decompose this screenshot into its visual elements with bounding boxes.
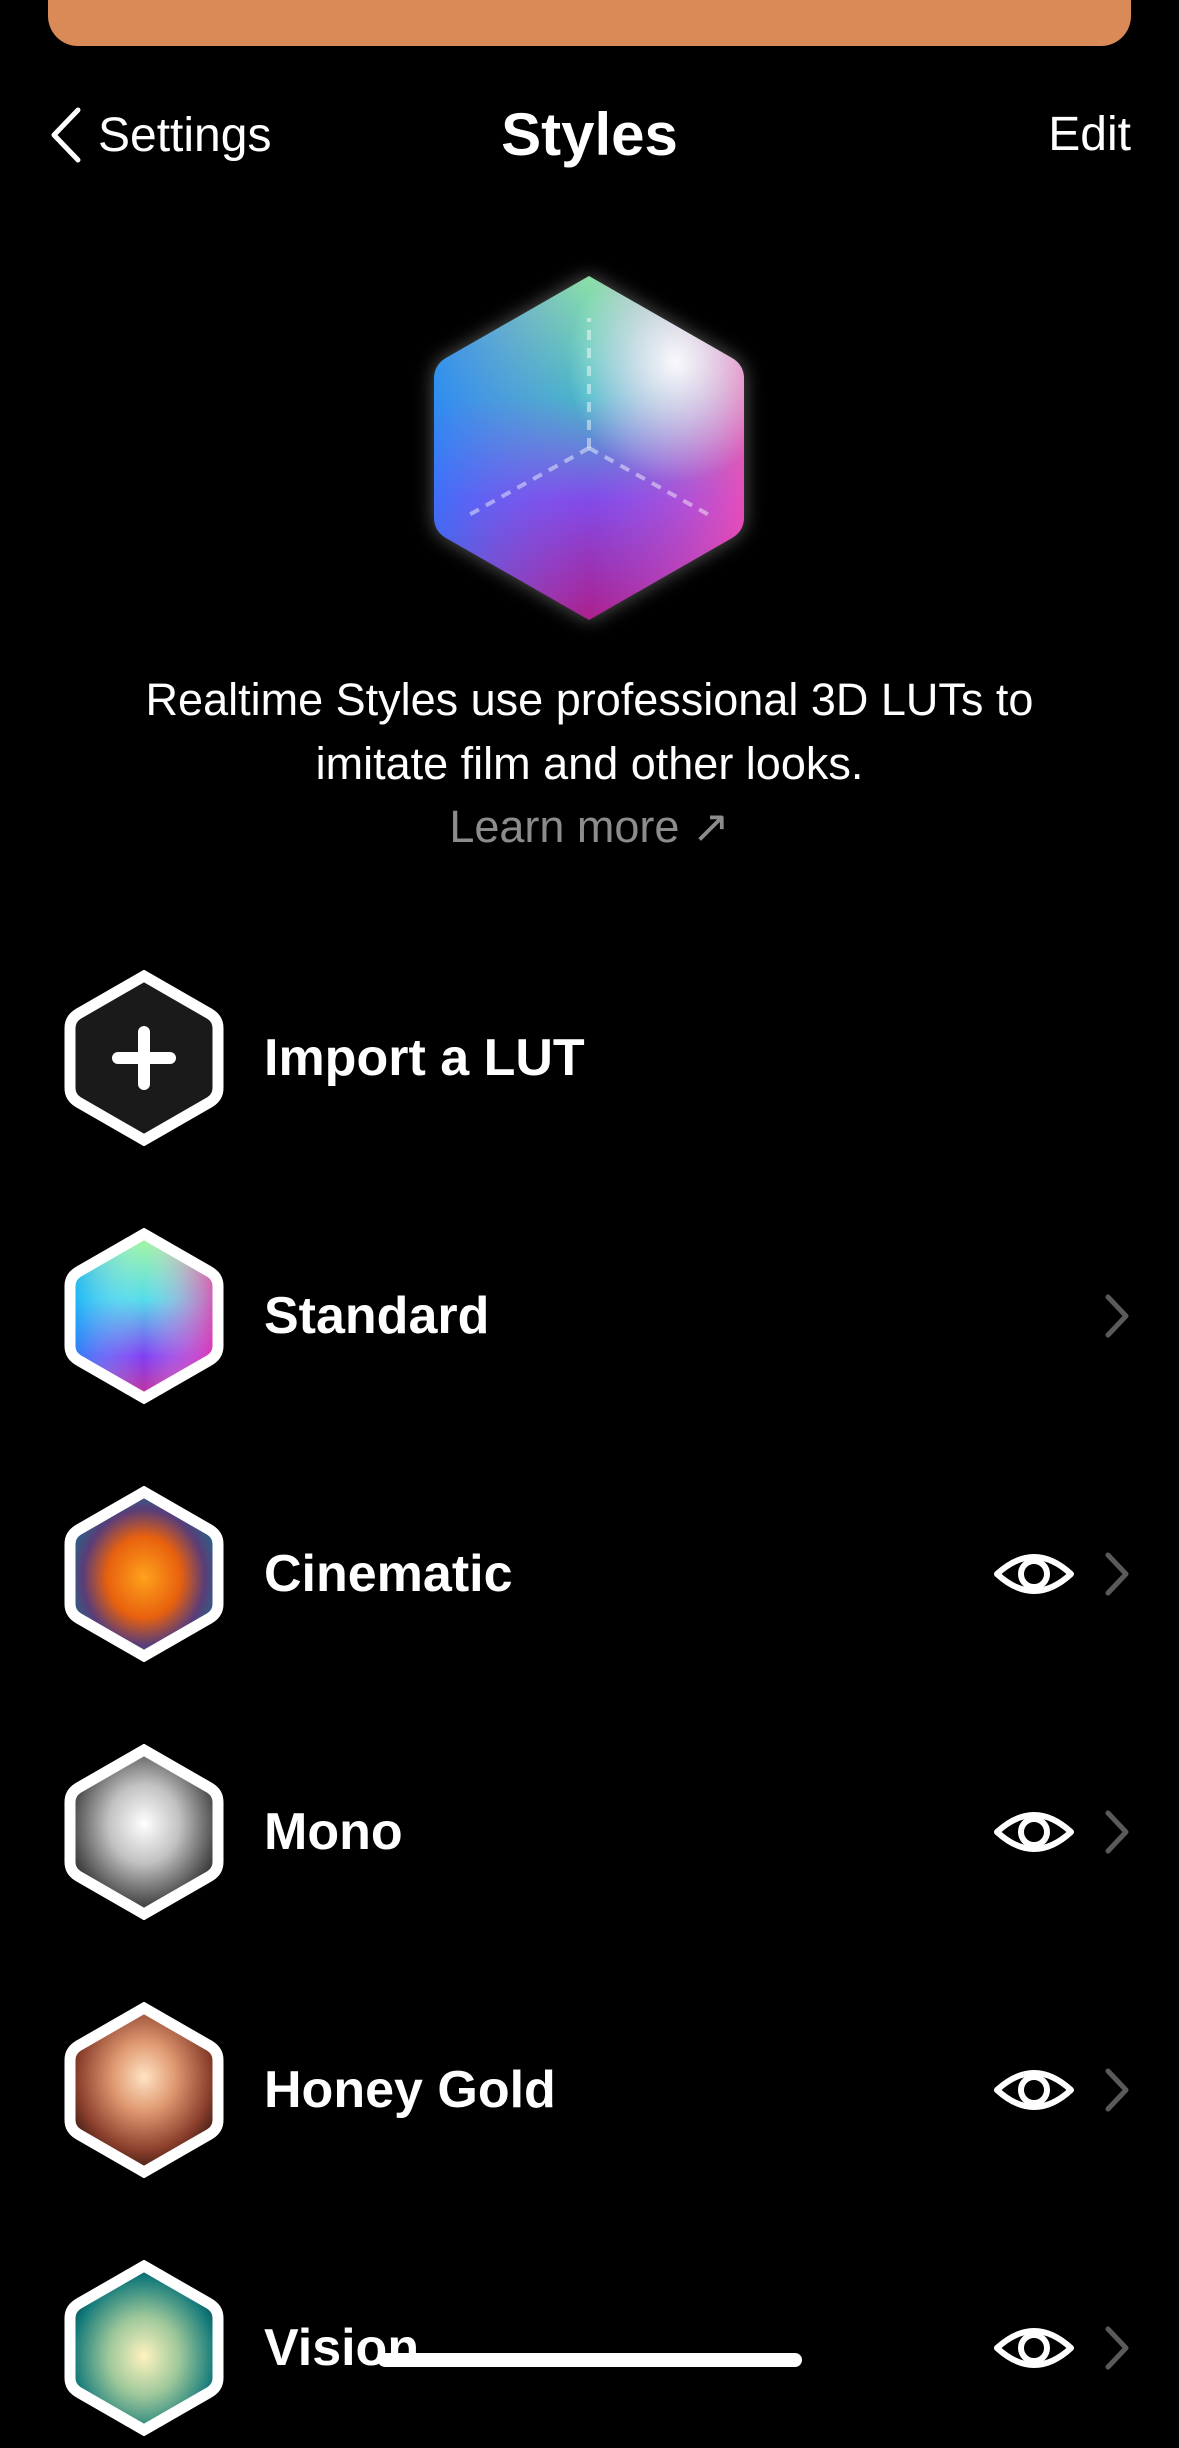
style-name: Honey Gold <box>264 2061 556 2119</box>
cinematic-cube-icon <box>58 1485 230 1663</box>
learn-more-row: Learn more ↗ <box>0 795 1179 859</box>
styles-description: Realtime Styles use professional 3D LUTs… <box>145 674 1034 789</box>
eye-icon[interactable] <box>993 1800 1075 1864</box>
style-name: Import a LUT <box>264 1029 585 1087</box>
vision-cube-icon <box>58 2259 230 2437</box>
chevron-right-icon <box>1105 1294 1129 1338</box>
style-row-mono[interactable]: Mono <box>0 1732 1179 1932</box>
eye-icon[interactable] <box>993 2316 1075 2380</box>
honey-gold-cube-icon <box>58 2001 230 2179</box>
style-name: Standard <box>264 1287 490 1345</box>
eye-icon[interactable] <box>993 2058 1075 2122</box>
mono-cube-icon <box>58 1743 230 1921</box>
home-indicator[interactable] <box>378 2353 802 2367</box>
navigation-bar: Settings Styles Edit <box>0 90 1179 180</box>
back-button[interactable]: Settings <box>46 90 271 180</box>
back-button-label: Settings <box>98 108 272 162</box>
top-sheet-edge <box>48 0 1131 46</box>
learn-more-link[interactable]: Learn more ↗ <box>449 801 729 852</box>
standard-cube-icon <box>58 1227 230 1405</box>
chevron-right-icon <box>1105 2068 1129 2112</box>
plus-hexagon-icon <box>58 969 230 1147</box>
style-row-vision[interactable]: Vision <box>0 2248 1179 2448</box>
style-row-honey-gold[interactable]: Honey Gold <box>0 1990 1179 2190</box>
edit-button[interactable]: Edit <box>1048 90 1131 180</box>
eye-icon[interactable] <box>993 1542 1075 1606</box>
chevron-right-icon <box>1105 2326 1129 2370</box>
style-row-cinematic[interactable]: Cinematic <box>0 1474 1179 1674</box>
style-row-standard[interactable]: Standard <box>0 1216 1179 1416</box>
chevron-right-icon <box>1105 1552 1129 1596</box>
style-name: Cinematic <box>264 1545 513 1603</box>
import-lut-row[interactable]: Import a LUT <box>0 958 1179 1158</box>
styles-hero-icon <box>422 268 756 628</box>
chevron-right-icon <box>1105 1810 1129 1854</box>
style-name: Vision <box>264 2319 420 2377</box>
chevron-left-icon <box>51 107 81 163</box>
style-name: Mono <box>264 1803 403 1861</box>
